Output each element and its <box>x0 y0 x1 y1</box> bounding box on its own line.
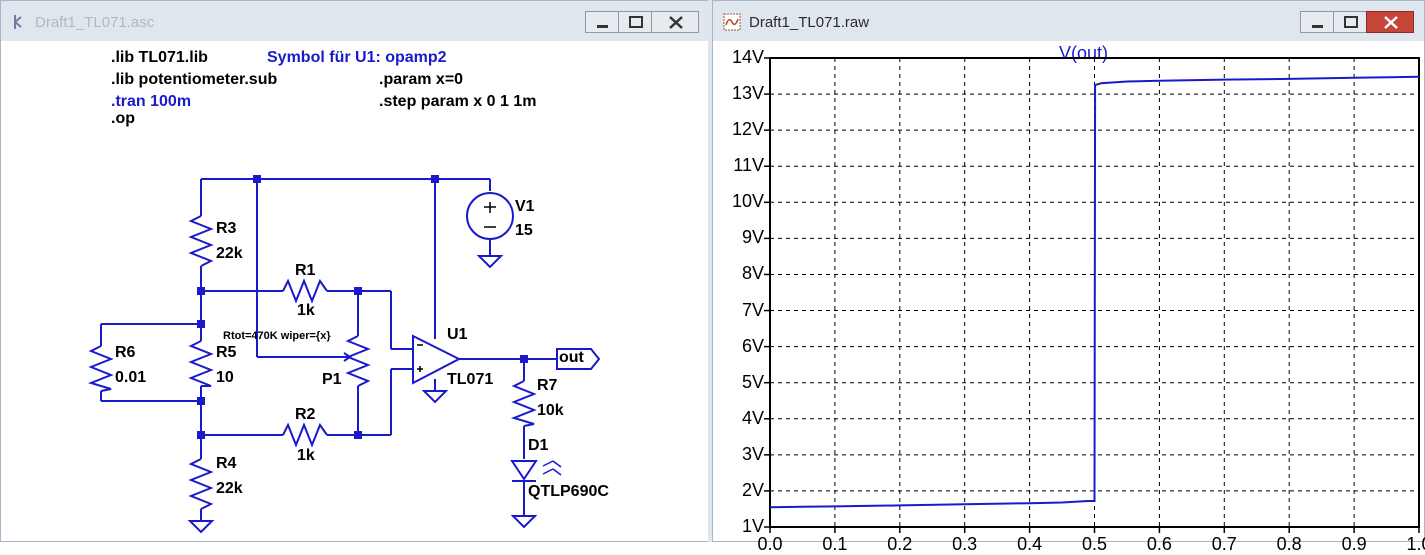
maximize-button[interactable] <box>618 11 652 33</box>
x-tick-label: 0.0 <box>757 534 783 554</box>
r4-name: R4 <box>216 455 237 472</box>
comment-symbol[interactable]: Symbol für U1: opamp2 <box>267 49 447 67</box>
y-tick-label: 7V <box>741 299 764 320</box>
r5-value: 10 <box>216 369 234 386</box>
schematic-canvas[interactable] <box>1 41 701 541</box>
directive-lib-tl071[interactable]: .lib TL071.lib <box>111 49 208 67</box>
x-tick-label: 0.3 <box>952 534 978 554</box>
directive-step[interactable]: .step param x 0 1 1m <box>379 93 536 111</box>
schematic-app-icon <box>14 15 22 29</box>
x-tick-label: 0.7 <box>1211 534 1237 554</box>
y-tick-label: 13V <box>731 83 764 104</box>
r2-name: R2 <box>295 406 316 423</box>
r1-name: R1 <box>295 262 316 279</box>
y-tick-label: 14V <box>731 47 764 67</box>
r5-name: R5 <box>216 344 237 361</box>
u1-name: U1 <box>447 326 468 343</box>
y-tick-label: 6V <box>741 335 764 356</box>
minimize-button[interactable] <box>585 11 619 33</box>
x-tick-label: 0.6 <box>1146 534 1172 554</box>
r7-value: 10k <box>537 402 564 419</box>
y-tick-label: 9V <box>741 227 764 248</box>
x-tick-label: 0.1 <box>822 534 848 554</box>
schematic-window[interactable]: Draft1_TL071.asc .lib TL071.lib .lib pot… <box>0 0 710 542</box>
x-tick-label: 0.8 <box>1276 534 1302 554</box>
d1-value: QTLP690C <box>528 483 609 500</box>
r1-value: 1k <box>297 302 315 319</box>
y-tick-label: 10V <box>731 191 764 212</box>
y-tick-label: 8V <box>741 263 764 284</box>
close-icon <box>669 16 683 29</box>
d1-name: D1 <box>528 437 549 454</box>
r6-name: R6 <box>115 344 136 361</box>
r3-value: 22k <box>216 245 243 262</box>
directive-op[interactable]: .op <box>111 110 135 128</box>
r7-name: R7 <box>537 377 558 394</box>
minimize-icon <box>597 25 608 28</box>
u1-value: TL071 <box>447 371 494 388</box>
v1-value: 15 <box>515 222 533 239</box>
y-tick-label: 2V <box>741 479 764 500</box>
x-tick-label: 0.4 <box>1017 534 1043 554</box>
y-tick-label: 3V <box>741 443 764 464</box>
y-tick-label: 11V <box>733 155 764 176</box>
out-net-label[interactable]: out <box>559 349 584 367</box>
x-tick-label: 1.0 <box>1406 534 1425 554</box>
p1-params: Rtot=470K wiper={x} <box>223 330 331 342</box>
series-line-vout <box>769 75 1420 509</box>
x-tick-label: 0.2 <box>887 534 913 554</box>
x-tick-label: 0.9 <box>1341 534 1367 554</box>
directive-lib-potentiometer[interactable]: .lib potentiometer.sub <box>111 71 277 89</box>
window-title: Draft1_TL071.asc <box>35 14 155 31</box>
directive-param[interactable]: .param x=0 <box>379 71 463 89</box>
schematic-titlebar[interactable]: Draft1_TL071.asc <box>1 1 709 41</box>
directive-tran[interactable]: .tran 100m <box>111 93 191 111</box>
maximize-icon <box>629 16 643 28</box>
r3-name: R3 <box>216 220 237 237</box>
close-button[interactable] <box>651 11 699 33</box>
r2-value: 1k <box>297 447 315 464</box>
r4-value: 22k <box>216 480 243 497</box>
v1-name: V1 <box>515 198 535 215</box>
y-tick-label: 5V <box>741 371 764 392</box>
r6-value: 0.01 <box>115 369 147 386</box>
p1-name: P1 <box>322 371 342 388</box>
x-tick-label: 0.5 <box>1081 534 1108 554</box>
plot-window[interactable]: Draft1_TL071.raw V(out) 0.0 0.1 0.2 0.3 0.4 0… <box>712 0 1425 554</box>
y-tick-label: 12V <box>731 119 764 140</box>
y-tick-label: 4V <box>741 407 764 428</box>
plot-area[interactable] <box>713 1 1425 543</box>
y-tick-label: 1V <box>741 516 764 536</box>
